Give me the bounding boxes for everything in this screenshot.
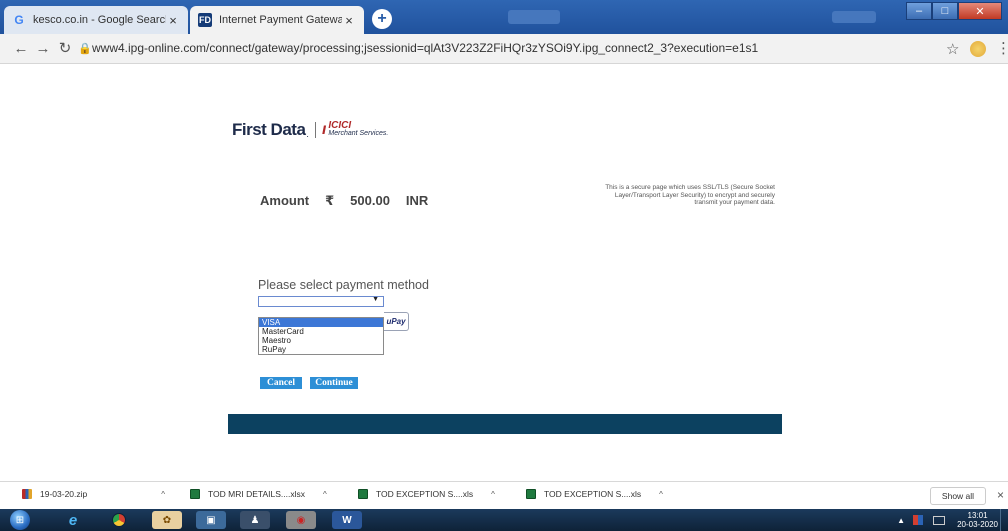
clock[interactable]: 13:01 20-03-2020	[957, 511, 998, 529]
cancel-button[interactable]: Cancel	[260, 377, 302, 389]
dropdown-arrow-icon: ▼	[372, 296, 379, 303]
screen: G kesco.co.in - Google Search × FD Inter…	[0, 0, 1008, 531]
download-filename: 19-03-20.zip	[40, 489, 88, 499]
chevron-up-icon[interactable]: ^	[491, 490, 495, 499]
show-desktop-button[interactable]	[1000, 509, 1008, 531]
start-button-icon[interactable]: ⊞	[10, 510, 30, 530]
footer-bar	[228, 414, 782, 434]
downloads-bar: 19-03-20.zip ^ TOD MRI DETAILS....xlsx ^…	[0, 481, 1008, 509]
redacted-area	[508, 10, 560, 24]
icici-logo-name: ICICI	[328, 120, 352, 131]
excel-file-icon	[358, 489, 368, 499]
app-icon[interactable]: ▣	[196, 511, 226, 529]
first-data-logo-dot: .	[306, 129, 309, 139]
download-item[interactable]: 19-03-20.zip ^	[22, 489, 165, 499]
clock-time: 13:01	[967, 511, 988, 520]
download-item[interactable]: TOD EXCEPTION S....xls ^	[526, 489, 663, 499]
tab-close-icon[interactable]: ×	[166, 13, 180, 28]
browser-toolbar: ← → ↻ 🔒 www4.ipg-online.com/connect/gate…	[0, 34, 1008, 64]
merchant-logo: First Data . ı ICICI Merchant Services.	[232, 120, 388, 140]
tab-title: kesco.co.in - Google Search	[33, 14, 166, 26]
system-tray: ▲ 13:01 20-03-2020	[897, 509, 1008, 531]
rupay-card-logo: uPay	[384, 312, 409, 331]
amount-row: Amount ₹ 500.00 INR	[260, 193, 444, 209]
window-controls: – □ ✕	[906, 2, 1002, 20]
reload-icon[interactable]: ↻	[56, 40, 74, 58]
option-rupay[interactable]: RuPay	[259, 345, 383, 354]
logo-divider	[314, 122, 316, 138]
zip-file-icon	[22, 489, 32, 499]
back-arrow-icon[interactable]: ←	[12, 40, 30, 58]
forward-arrow-icon[interactable]: →	[34, 40, 52, 58]
app-icon[interactable]: ◉	[286, 511, 316, 529]
icici-logo-subtitle: Merchant Services.	[328, 130, 389, 137]
browser-tab-bar: G kesco.co.in - Google Search × FD Inter…	[0, 0, 1008, 34]
download-item[interactable]: TOD MRI DETAILS....xlsx ^	[190, 489, 327, 499]
tab-google-search[interactable]: G kesco.co.in - Google Search ×	[4, 6, 188, 34]
first-data-logo: First Data	[232, 120, 306, 139]
extension-icon[interactable]	[970, 41, 986, 57]
internet-explorer-icon[interactable]: e	[58, 511, 88, 529]
window-close-icon[interactable]: ✕	[958, 2, 1002, 20]
excel-file-icon	[526, 489, 536, 499]
show-all-button[interactable]: Show all	[930, 487, 986, 505]
tray-flag-icon[interactable]	[913, 515, 924, 525]
word-icon[interactable]: W	[332, 511, 362, 529]
tab-payment-gateway[interactable]: FD Internet Payment Gateway ×	[190, 6, 364, 34]
amount-label: Amount	[260, 193, 310, 208]
chevron-up-icon[interactable]: ^	[323, 490, 327, 499]
continue-button[interactable]: Continue	[310, 377, 358, 389]
lock-icon[interactable]: 🔒	[78, 42, 92, 55]
download-filename: TOD MRI DETAILS....xlsx	[208, 489, 305, 499]
tab-title: Internet Payment Gateway	[219, 14, 342, 26]
chevron-up-icon[interactable]: ^	[659, 490, 663, 499]
download-filename: TOD EXCEPTION S....xls	[376, 489, 474, 499]
bookmark-star-icon[interactable]: ☆	[946, 40, 959, 58]
browser-menu-icon[interactable]: ⋮	[996, 39, 1008, 57]
amount-value: 500.00	[350, 193, 390, 208]
close-downloads-icon[interactable]: ×	[997, 488, 1004, 502]
minimize-icon[interactable]: –	[906, 2, 932, 20]
tray-expand-icon[interactable]: ▲	[897, 516, 905, 525]
address-bar[interactable]: www4.ipg-online.com/connect/gateway/proc…	[92, 41, 758, 55]
clock-date: 20-03-2020	[957, 520, 998, 529]
chrome-icon[interactable]	[104, 511, 134, 529]
windows-taskbar: ⊞ e ✿ ▣ ♟ ◉ W ▲ 13:01 20-03-2020	[0, 509, 1008, 531]
app-icon[interactable]: ✿	[152, 511, 182, 529]
option-visa[interactable]: VISA	[259, 318, 383, 327]
tab-close-icon[interactable]: ×	[342, 13, 356, 28]
icici-logo: ICICI Merchant Services.	[328, 120, 389, 138]
maximize-icon[interactable]: □	[932, 2, 958, 20]
payment-method-label: Please select payment method	[258, 278, 429, 292]
payment-method-dropdown: VISA MasterCard Maestro RuPay	[258, 317, 384, 355]
chevron-up-icon[interactable]: ^	[161, 490, 165, 499]
excel-file-icon	[190, 489, 200, 499]
option-mastercard[interactable]: MasterCard	[259, 327, 383, 336]
currency-code: INR	[405, 193, 429, 208]
icici-logo-icon: ı	[321, 121, 327, 138]
download-filename: TOD EXCEPTION S....xls	[544, 489, 642, 499]
new-tab-button[interactable]: +	[372, 9, 392, 29]
google-favicon-icon: G	[14, 13, 24, 27]
app-icon[interactable]: ♟	[240, 511, 270, 529]
rupee-symbol: ₹	[325, 193, 335, 208]
tray-network-icon[interactable]	[933, 515, 946, 525]
redacted-area	[832, 11, 876, 23]
payment-method-select[interactable]: ▼	[258, 296, 384, 307]
option-maestro[interactable]: Maestro	[259, 336, 383, 345]
secure-page-note: This is a secure page which uses SSL/TLS…	[605, 184, 775, 206]
download-item[interactable]: TOD EXCEPTION S....xls ^	[358, 489, 495, 499]
first-data-favicon-icon: FD	[198, 13, 212, 27]
